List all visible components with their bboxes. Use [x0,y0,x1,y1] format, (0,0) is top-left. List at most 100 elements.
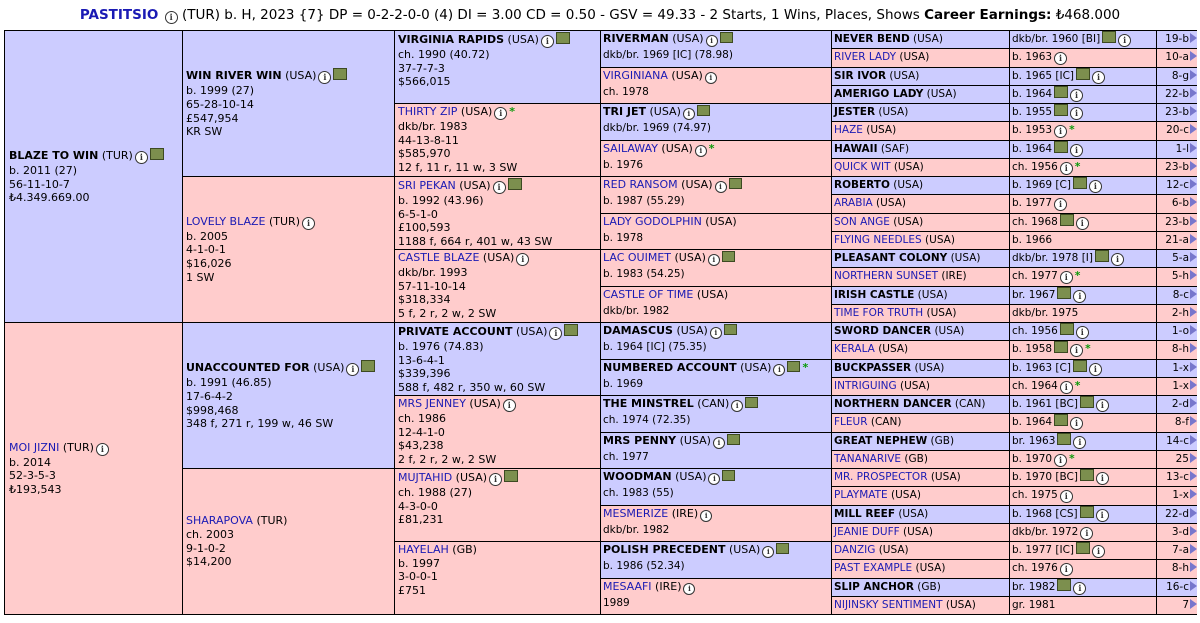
arrow-right-icon[interactable] [1190,124,1197,135]
arrow-right-icon[interactable] [1190,142,1197,153]
info-icon[interactable]: i [95,442,109,456]
horse-link[interactable]: KERALA [834,343,875,355]
photo-icon[interactable] [728,178,742,189]
photo-icon[interactable] [564,324,579,336]
horse-link[interactable]: VIRGINIA RAPIDS [398,33,504,46]
info-icon[interactable]: i [1088,362,1102,376]
horse-link[interactable]: FLEUR [834,416,868,428]
horse-link[interactable]: PAST EXAMPLE [834,562,912,574]
photo-icon[interactable] [1054,341,1069,354]
horse-link[interactable]: PRIVATE ACCOUNT [398,325,513,338]
info-icon[interactable]: i [762,546,775,558]
family-ref[interactable]: 8-h [1157,560,1197,579]
arrow-right-icon[interactable] [1190,197,1197,208]
arrow-right-icon[interactable] [1190,160,1197,171]
family-ref[interactable]: 5-a [1157,250,1197,269]
info-icon[interactable]: i [1092,545,1106,558]
info-icon[interactable]: i [1070,88,1084,102]
photo-icon[interactable] [1054,85,1069,98]
horse-link[interactable]: LADY GODOLPHIN [603,215,702,228]
photo-icon[interactable] [787,360,801,372]
family-ref[interactable]: 13-c [1157,469,1197,488]
info-icon[interactable]: i [1073,581,1087,595]
arrow-right-icon[interactable] [1190,525,1197,536]
horse-link[interactable]: VIRGINIANA [603,69,668,82]
photo-icon[interactable] [1072,177,1087,189]
horse-link[interactable]: WIN RIVER WIN [186,69,282,82]
horse-link[interactable]: CASTLE BLAZE [398,251,479,264]
family-ref[interactable]: 7-a [1157,542,1197,561]
info-icon[interactable]: i [1059,380,1073,394]
family-ref[interactable]: 5-h [1157,268,1197,287]
info-icon[interactable]: i [1059,271,1073,285]
family-ref[interactable]: 1-x [1157,377,1197,396]
arrow-right-icon[interactable] [1190,398,1197,408]
photo-icon[interactable] [1076,542,1091,554]
arrow-right-icon[interactable] [1190,33,1197,43]
arrow-right-icon[interactable] [1190,179,1197,189]
horse-link[interactable]: POLISH PRECEDENT [603,543,725,556]
horse-link[interactable]: SRI PEKAN [398,179,456,192]
info-icon[interactable]: i [712,436,725,449]
horse-link[interactable]: SLIP ANCHOR [834,581,914,593]
family-ref[interactable]: 3-d [1157,523,1197,542]
photo-icon[interactable] [1054,104,1069,116]
arrow-right-icon[interactable] [1190,562,1197,573]
family-ref[interactable]: 23-b [1157,158,1197,177]
family-ref[interactable]: 7 [1157,596,1197,615]
photo-icon[interactable] [1102,31,1117,43]
info-icon[interactable]: i [1095,472,1109,485]
family-ref[interactable]: 8-g [1157,67,1197,86]
horse-link[interactable]: PLEASANT COLONY [834,252,947,264]
info-icon[interactable]: i [1092,70,1106,84]
family-ref[interactable]: 19-b [1157,31,1197,50]
horse-link[interactable]: WOODMAN [603,470,672,483]
info-icon[interactable]: i [682,108,695,120]
info-icon[interactable]: i [318,71,332,85]
family-ref[interactable]: 1-o [1157,323,1197,342]
horse-link[interactable]: THIRTY ZIP [398,105,457,118]
family-ref[interactable]: 21-a [1157,231,1197,250]
info-icon[interactable]: i [540,35,554,48]
photo-icon[interactable] [721,251,735,262]
horse-link[interactable]: RED RANSOM [603,178,678,191]
arrow-right-icon[interactable] [1190,106,1197,116]
family-ref[interactable]: 23-b [1157,213,1197,232]
info-icon[interactable]: i [1054,52,1068,66]
info-icon[interactable]: i [1070,107,1084,120]
horse-name[interactable]: PASTITSIO [80,7,159,23]
horse-link[interactable]: TIME FOR TRUTH [834,307,923,319]
horse-link[interactable]: JEANIE DUFF [834,526,900,538]
family-ref[interactable]: 6-b [1157,195,1197,214]
horse-link[interactable]: JESTER [834,106,875,118]
photo-icon[interactable] [1054,140,1069,153]
horse-link[interactable]: SAILAWAY [603,142,658,155]
family-ref[interactable]: 20-c [1157,122,1197,141]
info-icon[interactable]: i [1070,344,1084,358]
family-ref[interactable]: 22-d [1157,505,1197,524]
info-icon[interactable]: i [708,473,721,485]
photo-icon[interactable] [745,397,759,408]
horse-link[interactable]: TRI JET [603,105,646,118]
info-icon[interactable]: i [549,327,563,340]
horse-link[interactable]: SIR IVOR [834,70,886,82]
horse-link[interactable]: FLYING NEEDLES [834,234,922,246]
info-icon[interactable]: i [1075,216,1089,230]
info-icon[interactable]: i [773,363,786,376]
family-ref[interactable]: 14-c [1157,432,1197,451]
info-icon[interactable]: i [134,151,148,165]
photo-icon[interactable] [1057,286,1072,299]
family-ref[interactable]: 16-c [1157,578,1197,597]
horse-link[interactable]: AMERIGO LADY [834,88,923,100]
arrow-right-icon[interactable] [1190,379,1197,390]
horse-link[interactable]: BLAZE TO WIN [9,149,98,162]
horse-link[interactable]: MESMERIZE [603,507,668,520]
info-icon[interactable]: i [714,181,727,193]
photo-icon[interactable] [719,32,733,43]
photo-icon[interactable] [1079,505,1094,518]
info-icon[interactable]: i [164,11,178,24]
photo-icon[interactable] [1079,469,1094,481]
horse-link[interactable]: UNACCOUNTED FOR [186,361,310,374]
info-icon[interactable]: i [1073,435,1087,449]
family-ref[interactable]: 1-x [1157,487,1197,506]
